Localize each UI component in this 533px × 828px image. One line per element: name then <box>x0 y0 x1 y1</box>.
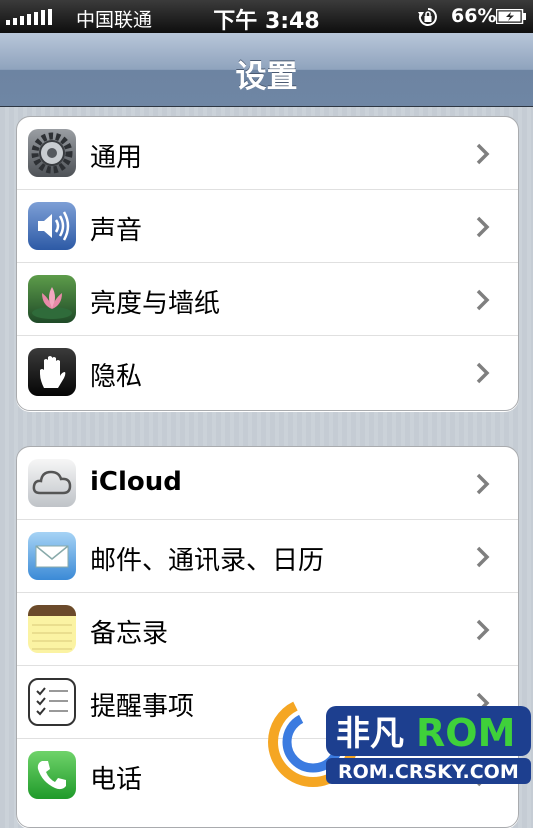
settings-row-sound[interactable]: 声音 <box>17 190 518 263</box>
watermark-rom: ROM <box>416 711 515 755</box>
cloud-icon <box>28 459 76 507</box>
settings-row-privacy[interactable]: 隐私 <box>17 336 518 409</box>
chevron-right-icon <box>476 546 490 568</box>
settings-row-label: 邮件、通讯录、日历 <box>90 546 325 576</box>
settings-row-label: 电话 <box>90 765 143 795</box>
notes-icon <box>28 605 76 653</box>
reminders-icon <box>28 678 76 726</box>
chevron-right-icon <box>476 619 490 641</box>
chevron-right-icon <box>476 216 490 238</box>
settings-row-general[interactable]: 通用 <box>17 117 518 190</box>
settings-row-icloud[interactable]: iCloud <box>17 447 518 520</box>
settings-row-label: 通用 <box>90 143 143 173</box>
battery-percentage: 66% <box>451 5 497 27</box>
settings-row-label: iCloud <box>90 467 182 497</box>
hand-icon <box>28 348 76 396</box>
battery-charging-icon <box>496 9 526 24</box>
watermark-url: ROM.CRSKY.COM <box>338 761 519 783</box>
watermark-brand: 非凡 <box>336 714 404 754</box>
settings-row-brightness-wallpaper[interactable]: 亮度与墙纸 <box>17 263 518 336</box>
settings-group-1: 通用 声音 亮度与墙纸 隐私 <box>16 116 519 411</box>
chevron-right-icon <box>476 473 490 495</box>
settings-row-mail-contacts-calendars[interactable]: 邮件、通讯录、日历 <box>17 520 518 593</box>
chevron-right-icon <box>476 289 490 311</box>
settings-row-notes[interactable]: 备忘录 <box>17 593 518 666</box>
lotus-icon <box>28 275 76 323</box>
settings-row-label: 声音 <box>90 216 143 246</box>
gear-icon <box>28 129 76 177</box>
settings-row-label: 提醒事项 <box>90 692 195 722</box>
mail-icon <box>28 532 76 580</box>
chevron-right-icon <box>476 143 490 165</box>
rotation-lock-icon <box>418 8 437 26</box>
page-title: 设置 <box>235 59 298 95</box>
settings-row-label: 备忘录 <box>90 619 169 649</box>
chevron-right-icon <box>476 362 490 384</box>
settings-row-label: 亮度与墙纸 <box>90 289 221 319</box>
status-bar: 中国联通 下午 3:48 66% <box>0 0 533 34</box>
speaker-icon <box>28 202 76 250</box>
watermark-logo: 非凡 ROM ROM.CRSKY.COM <box>268 697 531 787</box>
settings-row-label: 隐私 <box>90 362 143 392</box>
navigation-bar: 设置 <box>0 33 533 107</box>
phone-icon <box>28 751 76 799</box>
